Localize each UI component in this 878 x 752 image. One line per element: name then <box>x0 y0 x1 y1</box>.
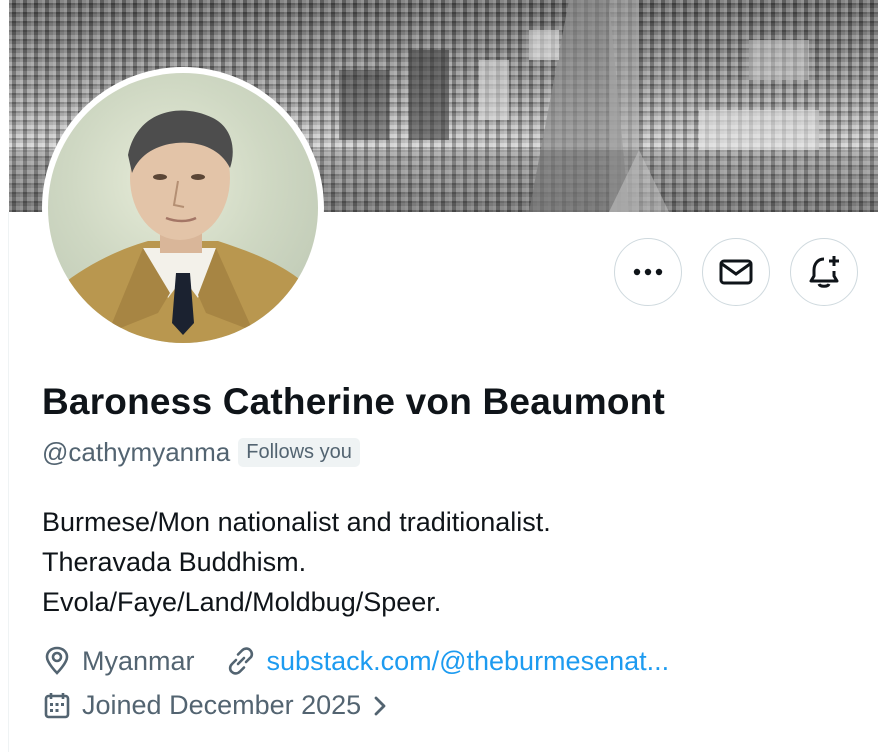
joined-item[interactable]: Joined December 2025 <box>42 690 401 721</box>
display-name: Baroness Catherine von Beaumont <box>42 381 666 422</box>
location-text: Myanmar <box>82 645 195 676</box>
message-button[interactable] <box>702 238 770 306</box>
more-options-button[interactable] <box>614 238 682 306</box>
bio-line: Theravada Buddhism. <box>42 547 307 577</box>
website-link[interactable]: substack.com/@theburmesenat... <box>267 646 670 677</box>
map-pin-icon <box>45 646 69 675</box>
calendar-icon <box>44 692 70 718</box>
profile-meta-row: Joined December 2025 <box>42 690 401 721</box>
profile-bio: Burmese/Mon nationalist and traditionali… <box>42 502 551 622</box>
link-icon <box>228 647 253 675</box>
profile-meta-row: Myanmar substack.com/@theburmesenat... <box>42 645 669 677</box>
handle-row: @cathymyanma Follows you <box>42 437 360 468</box>
joined-date: Joined December 2025 <box>82 690 362 720</box>
profile-column-border <box>8 212 9 752</box>
bio-line: Evola/Faye/Land/Moldbug/Speer. <box>42 587 442 617</box>
website-item[interactable]: substack.com/@theburmesenat... <box>225 645 670 677</box>
chevron-right-icon <box>374 696 386 715</box>
bio-line: Burmese/Mon nationalist and traditionali… <box>42 507 551 537</box>
more-horizontal-icon <box>633 268 663 276</box>
profile-avatar[interactable] <box>48 73 318 343</box>
envelope-icon <box>719 259 753 285</box>
username-handle: @cathymyanma <box>42 437 231 467</box>
follows-you-badge: Follows you <box>238 438 360 467</box>
notify-button[interactable] <box>790 238 858 306</box>
location-item: Myanmar <box>42 646 195 677</box>
bell-plus-icon <box>809 256 839 288</box>
avatar-portrait-illustration <box>48 110 318 343</box>
profile-avatar-border <box>42 67 324 349</box>
